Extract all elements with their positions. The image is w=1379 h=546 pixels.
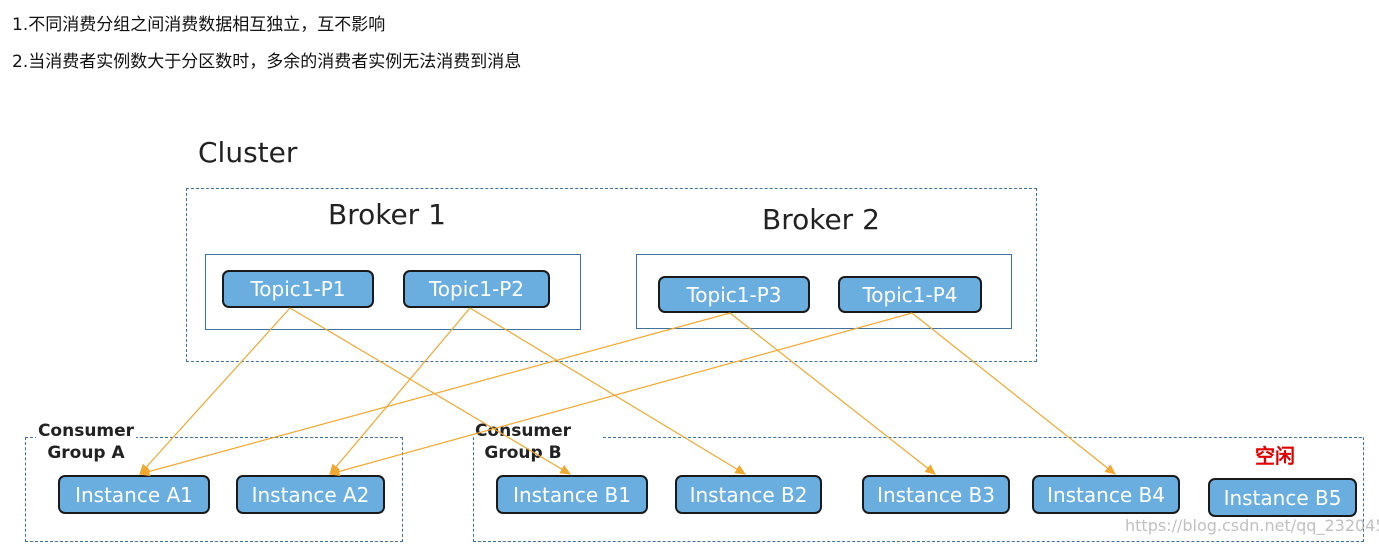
arrow-Topic1-P3-to-Instance B3 [729,312,936,475]
arrow-Topic1-P2-to-Instance B2 [469,307,747,475]
arrow-Topic1-P2-to-Instance A2 [329,307,471,475]
arrow-Topic1-P3-to-Instance A1 [138,312,731,477]
connection-arrows [138,307,1116,477]
arrow-Topic1-P1-to-Instance B1 [289,307,572,475]
arrow-Topic1-P4-to-Instance A2 [328,312,913,477]
watermark: https://blog.csdn.net/qq_23204557 [1125,516,1379,535]
arrow-Topic1-P4-to-Instance B4 [911,312,1116,475]
arrow-Topic1-P1-to-Instance A1 [139,307,291,475]
